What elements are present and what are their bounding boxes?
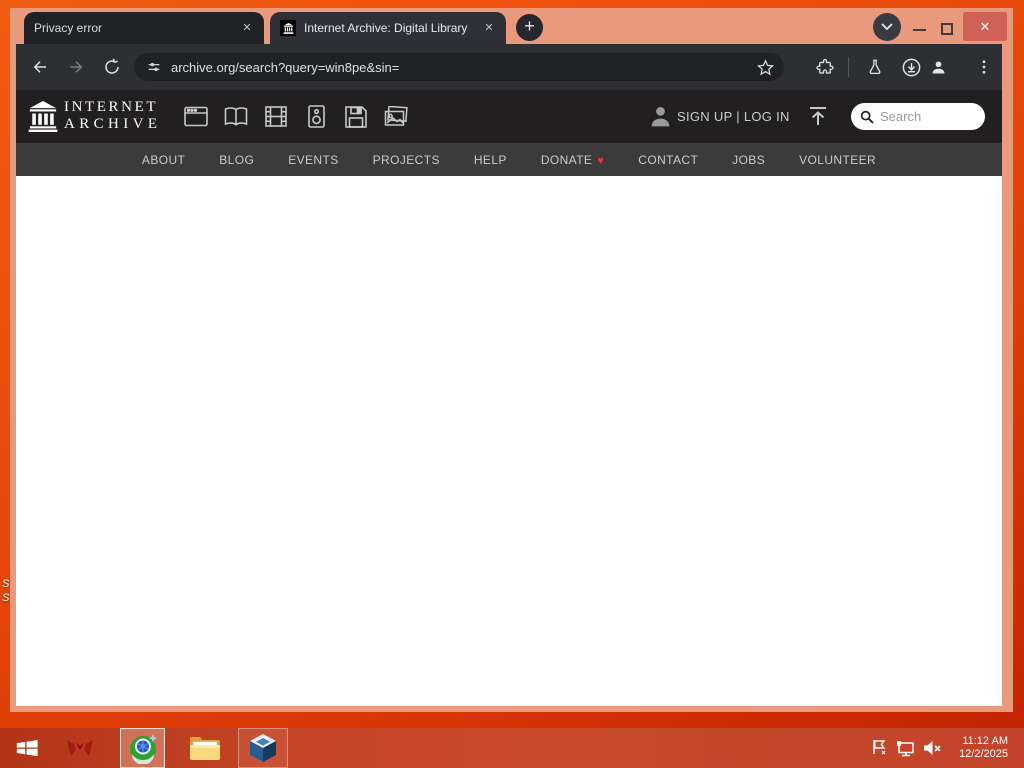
nav-item-volunteer[interactable]: VOLUNTEER [799, 153, 876, 167]
wordmark-line2: ARCHIVE [64, 116, 162, 132]
action-center-flag-icon[interactable] [871, 739, 888, 757]
tab-privacy-error[interactable]: Privacy error ✕ [24, 12, 264, 44]
internet-archive-wordmark[interactable]: INTERNET ARCHIVE [64, 99, 161, 133]
tab-close-icon[interactable]: ✕ [480, 19, 498, 37]
nav-item-jobs[interactable]: JOBS [732, 153, 765, 167]
red-app-icon [67, 739, 93, 756]
desktop-icon-label-fragment: S [2, 578, 10, 590]
tab-search-button[interactable] [873, 13, 901, 41]
taskbar-clock[interactable]: 11:12 AM 12/2/2025 [950, 735, 1008, 761]
windows-logo-icon [16, 740, 38, 757]
page-viewport: INTERNET ARCHIVE SIGN UP | LOG IN Search… [16, 90, 1002, 706]
nav-item-contact[interactable]: CONTACT [638, 153, 698, 167]
forward-icon[interactable] [64, 55, 88, 79]
nav-item-about[interactable]: ABOUT [142, 153, 185, 167]
menu-kebab-icon[interactable] [972, 55, 996, 79]
browser-app-icon [129, 734, 157, 764]
donate-label: DONATE [540, 152, 593, 167]
internet-archive-favicon [280, 20, 296, 36]
software-icon[interactable] [344, 105, 368, 128]
reload-icon[interactable] [100, 55, 124, 79]
texts-icon[interactable] [224, 105, 248, 128]
nav-item-events[interactable]: EVENTS [288, 153, 338, 167]
taskbar-file-explorer-button[interactable] [183, 728, 227, 768]
tab-internet-archive[interactable]: Internet Archive: Digital Library ✕ [270, 12, 506, 44]
taskbar-browser-button[interactable] [120, 728, 165, 768]
tab-close-icon[interactable]: ✕ [238, 19, 256, 37]
clock-date: 12/2/2025 [959, 748, 1008, 760]
taskbar-virtualbox-button[interactable] [238, 728, 288, 768]
bookmark-star-icon[interactable] [757, 58, 774, 76]
desktop-icon-label-fragment: S [2, 592, 10, 604]
network-status-icon[interactable] [896, 740, 915, 757]
extensions-icon[interactable] [813, 55, 837, 79]
clock-time: 11:12 AM [962, 735, 1008, 747]
folder-icon [190, 737, 220, 760]
site-settings-icon[interactable] [146, 59, 162, 75]
labs-flask-icon[interactable] [863, 55, 887, 79]
audio-icon[interactable] [304, 105, 328, 128]
new-tab-button[interactable]: + [516, 14, 543, 41]
minimize-button[interactable] [913, 29, 926, 31]
close-window-button[interactable]: ✕ [963, 12, 1007, 41]
taskbar: 11:12 AM 12/2/2025 [0, 728, 1024, 768]
virtualbox-cube-icon [250, 734, 276, 762]
url-text[interactable]: archive.org/search?query=win8pe&sin= [171, 60, 757, 75]
back-icon[interactable] [28, 55, 52, 79]
media-type-icons [184, 105, 408, 128]
taskbar-app-red-button[interactable] [58, 728, 102, 768]
browser-titlebar: Privacy error ✕ Internet Archive: Digita… [10, 8, 1013, 44]
internet-archive-header: INTERNET ARCHIVE SIGN UP | LOG IN Search [16, 90, 1002, 143]
tab-title: Privacy error [34, 21, 103, 35]
downloads-icon[interactable] [899, 55, 923, 79]
nav-item-donate[interactable]: DONATE ♥ [541, 153, 604, 167]
start-button[interactable] [6, 728, 48, 768]
nav-item-projects[interactable]: PROJECTS [373, 153, 440, 167]
browser-toolbar: archive.org/search?query=win8pe&sin= [16, 44, 1002, 90]
account-person-icon[interactable] [648, 103, 673, 129]
page-content-blank [16, 176, 1002, 706]
chevron-down-icon [881, 23, 893, 31]
images-icon[interactable] [384, 105, 408, 128]
address-bar[interactable]: archive.org/search?query=win8pe&sin= [134, 53, 784, 81]
internet-archive-navbar: ABOUT BLOG EVENTS PROJECTS HELP DONATE ♥ … [16, 143, 1002, 176]
maximize-button[interactable] [941, 23, 953, 35]
profile-icon[interactable] [926, 55, 950, 79]
upload-icon[interactable] [806, 104, 830, 128]
search-input[interactable] [880, 109, 970, 124]
volume-muted-icon[interactable] [923, 740, 942, 756]
wordmark-line1: INTERNET [64, 99, 159, 115]
web-icon[interactable] [184, 105, 208, 128]
heart-icon: ♥ [597, 154, 605, 167]
internet-archive-logo[interactable] [28, 101, 58, 132]
search-icon [860, 110, 874, 124]
site-search-box[interactable] [851, 103, 985, 130]
nav-item-help[interactable]: HELP [474, 153, 507, 167]
desktop: S S Privacy error ✕ Internet Archive: Di… [0, 0, 1024, 768]
toolbar-separator [848, 57, 849, 77]
nav-item-blog[interactable]: BLOG [219, 153, 254, 167]
video-icon[interactable] [264, 105, 288, 128]
browser-window: Privacy error ✕ Internet Archive: Digita… [10, 8, 1013, 712]
system-tray: 11:12 AM 12/2/2025 [871, 728, 1008, 768]
tab-title: Internet Archive: Digital Library [304, 21, 468, 35]
signup-login-link[interactable]: SIGN UP | LOG IN [677, 90, 790, 143]
